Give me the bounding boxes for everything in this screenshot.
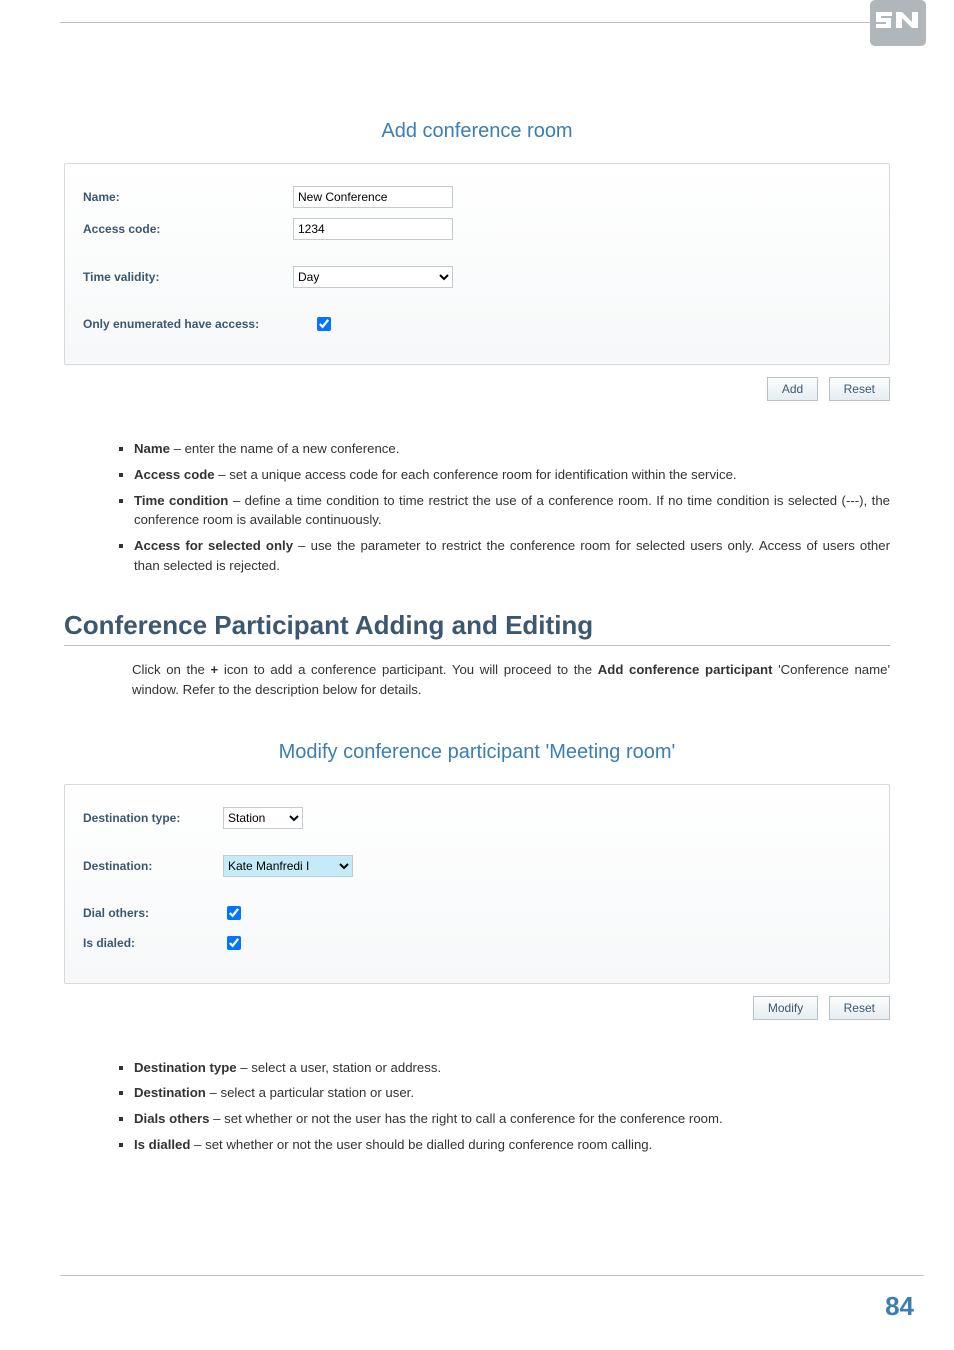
dial-others-label: Dial others: [83,906,223,920]
page-number: 84 [885,1291,914,1322]
footer-rule [60,1275,924,1276]
bullet-text: – define a time condition to time restri… [134,493,890,528]
bullet-text: – set a unique access code for each conf… [215,467,737,482]
bullet-text: – select a user, station or address. [237,1060,442,1075]
list-item: Destination type – select a user, statio… [134,1058,890,1078]
header-rule [60,22,924,23]
heading-rule [64,645,890,646]
list-item: Destination – select a particular statio… [134,1083,890,1103]
section-heading: Conference Participant Adding and Editin… [64,610,890,641]
modify-participant-panel: Destination type: Station Destination: K… [64,784,890,984]
name-input[interactable] [293,186,453,208]
bullet-text: – enter the name of a new conference. [170,441,399,456]
bullet-strong: Destination type [134,1060,237,1075]
access-code-label: Access code: [83,222,293,236]
modify-bullets: Destination type – select a user, statio… [64,1058,890,1155]
bullet-strong: Dials others [134,1111,210,1126]
destination-type-select[interactable]: Station [223,807,303,829]
destination-select[interactable]: Kate Manfredi I [223,855,353,877]
list-item: Access for selected only – use the param… [134,536,890,576]
add-button[interactable]: Add [767,377,818,401]
list-item: Name – enter the name of a new conferenc… [134,439,890,459]
destination-type-label: Destination type: [83,811,223,825]
name-label: Name: [83,190,293,204]
bullet-text: – select a particular station or user. [206,1085,414,1100]
bullet-strong: Is dialled [134,1137,190,1152]
intro-strong: Add conference participant [598,662,773,677]
bullet-strong: Access for selected only [134,538,293,553]
only-enumerated-label: Only enumerated have access: [83,317,313,331]
add-conf-button-bar: Add Reset [64,377,890,401]
bullet-strong: Name [134,441,170,456]
add-conference-caption: Add conference room [64,120,890,143]
bullet-strong: Time condition [134,493,228,508]
list-item: Time condition – define a time condition… [134,491,890,531]
bullet-text: – set whether or not the user has the ri… [210,1111,723,1126]
modify-button[interactable]: Modify [753,996,818,1020]
access-code-input[interactable] [293,218,453,240]
reset-button[interactable]: Reset [829,377,890,401]
is-dialed-checkbox[interactable] [227,936,241,950]
dial-others-checkbox[interactable] [227,906,241,920]
modify-button-bar: Modify Reset [64,996,890,1020]
brand-logo [870,0,926,46]
modify-participant-caption: Modify conference participant 'Meeting r… [64,741,890,764]
bullet-text: – set whether or not the user should be … [190,1137,652,1152]
list-item: Access code – set a unique access code f… [134,465,890,485]
intro-text: Click on the [132,662,211,677]
intro-paragraph: Click on the + icon to add a conference … [132,660,890,701]
list-item: Is dialled – set whether or not the user… [134,1135,890,1155]
add-conference-panel: Name: Access code: Time validity: Day On… [64,163,890,365]
reset-button-2[interactable]: Reset [829,996,890,1020]
destination-label: Destination: [83,859,223,873]
only-enumerated-checkbox[interactable] [317,317,331,331]
time-validity-select[interactable]: Day [293,266,453,288]
intro-text: icon to add a conference participant. Yo… [218,662,597,677]
bullet-strong: Access code [134,467,215,482]
bullet-strong: Destination [134,1085,206,1100]
is-dialed-label: Is dialed: [83,936,223,950]
add-conf-bullets: Name – enter the name of a new conferenc… [64,439,890,576]
time-validity-label: Time validity: [83,270,293,284]
list-item: Dials others – set whether or not the us… [134,1109,890,1129]
